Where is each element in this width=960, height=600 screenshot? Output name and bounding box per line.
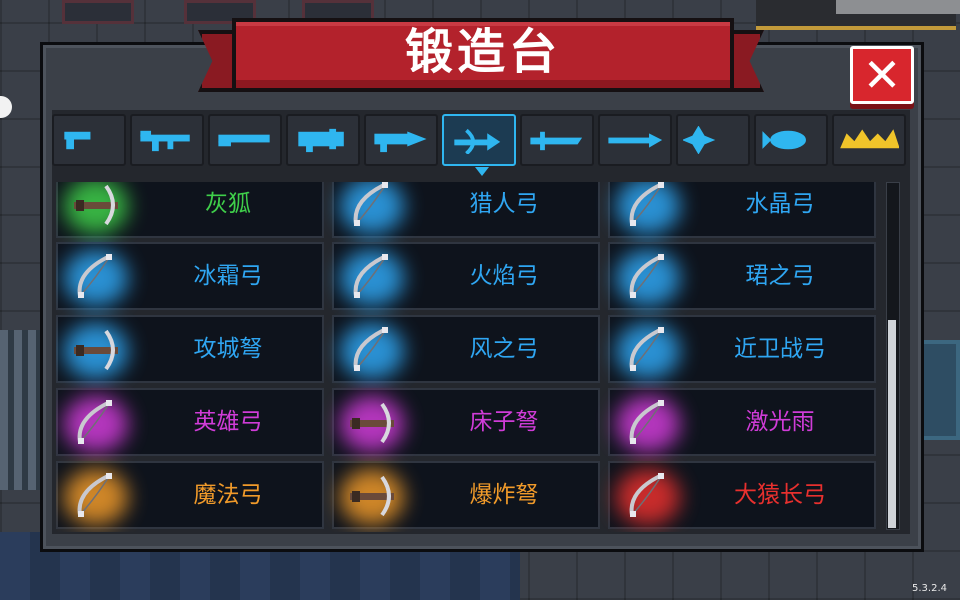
tab-bow[interactable] — [442, 114, 516, 176]
background-crate — [62, 0, 134, 24]
bow-icon — [629, 473, 664, 517]
tab-pistol[interactable] — [52, 114, 126, 166]
bow-icon — [454, 128, 501, 154]
weapon-name: 攻城弩 — [193, 336, 263, 362]
weapon-name: 魔法弓 — [193, 482, 263, 508]
weapon-item[interactable]: 猎人弓 — [332, 182, 600, 238]
bow-icon — [77, 254, 112, 298]
bow-icon — [77, 473, 112, 517]
weapon-grid: 灰狐 猎人弓 水晶弓冰霜弓 火焰弓 珺之弓攻城弩 风之弓 近卫战弓英雄弓 床子弩 激光雨魔法弓 爆… — [56, 182, 882, 532]
weapon-name: 床子弩 — [469, 409, 539, 435]
weapon-name: 珺之弓 — [745, 263, 815, 289]
weapon-item[interactable]: 激光雨 — [608, 388, 876, 456]
title-banner: 锻造台 — [232, 18, 734, 92]
bow-icon — [353, 254, 388, 298]
scrollbar-thumb[interactable] — [888, 320, 896, 528]
bow-icon — [353, 327, 388, 371]
background-pillars — [0, 330, 40, 490]
weapon-item[interactable]: 风之弓 — [332, 315, 600, 383]
tab-fish[interactable] — [754, 114, 828, 166]
tab-crown-special[interactable] — [832, 114, 906, 166]
shuriken-icon — [683, 126, 716, 154]
weapon-item[interactable]: 冰霜弓 — [56, 242, 324, 310]
weapon-item[interactable]: 爆炸弩 — [332, 461, 600, 529]
page-title: 锻造台 — [404, 24, 561, 80]
rifle-icon — [140, 130, 190, 152]
weapon-item[interactable]: 火焰弓 — [332, 242, 600, 310]
bow-icon — [629, 327, 664, 371]
crown-special-icon — [840, 129, 899, 149]
shotgun-icon — [218, 134, 270, 147]
weapon-item[interactable]: 大猿长弓 — [608, 461, 876, 529]
bow-icon — [629, 400, 664, 444]
tab-launcher[interactable] — [286, 114, 360, 166]
crossbow-icon — [350, 402, 394, 444]
weapon-name: 冰霜弓 — [193, 263, 263, 289]
crossbow-icon — [74, 329, 118, 371]
weapon-item[interactable]: 水晶弓 — [608, 182, 876, 238]
weapon-item[interactable]: 英雄弓 — [56, 388, 324, 456]
pistol-icon — [64, 131, 91, 150]
weapon-name: 爆炸弩 — [469, 482, 539, 508]
close-button[interactable]: ✕ — [850, 46, 914, 104]
tab-shuriken[interactable] — [676, 114, 750, 166]
weapon-name: 风之弓 — [469, 336, 539, 362]
bow-icon — [77, 400, 112, 444]
sword-icon — [530, 131, 583, 151]
tab-rifle[interactable] — [130, 114, 204, 166]
tab-drill-gun[interactable] — [364, 114, 438, 166]
drill-gun-icon — [374, 131, 427, 153]
tab-spear[interactable] — [598, 114, 672, 166]
weapon-item[interactable]: 床子弩 — [332, 388, 600, 456]
crossbow-icon — [74, 184, 118, 226]
version-label: 5.3.2.4 — [912, 583, 947, 594]
weapon-category-tabs — [52, 114, 910, 176]
bow-icon — [629, 182, 664, 226]
spear-icon — [608, 133, 663, 148]
bow-icon — [353, 182, 388, 226]
weapon-name: 猎人弓 — [469, 191, 539, 217]
weapon-name: 英雄弓 — [193, 409, 263, 435]
weapon-item[interactable]: 魔法弓 — [56, 461, 324, 529]
close-x-icon: ✕ — [862, 48, 902, 102]
weapon-name: 激光雨 — [745, 409, 815, 435]
weapon-item[interactable]: 攻城弩 — [56, 315, 324, 383]
weapon-name: 火焰弓 — [469, 263, 539, 289]
fish-icon — [762, 130, 806, 150]
weapon-name: 近卫战弓 — [734, 336, 826, 362]
crossbow-icon — [350, 475, 394, 517]
launcher-icon — [298, 128, 344, 153]
weapon-item[interactable]: 灰狐 — [56, 182, 324, 238]
weapon-name: 大猿长弓 — [734, 482, 826, 508]
bow-icon — [629, 254, 664, 298]
background-wall-panel — [918, 340, 960, 440]
weapon-item[interactable]: 珺之弓 — [608, 242, 876, 310]
weapon-name: 灰狐 — [205, 191, 251, 217]
tab-shotgun[interactable] — [208, 114, 282, 166]
background-rail-cap — [836, 0, 960, 14]
tab-sword[interactable] — [520, 114, 594, 166]
weapon-item[interactable]: 近卫战弓 — [608, 315, 876, 383]
weapon-name: 水晶弓 — [745, 191, 815, 217]
